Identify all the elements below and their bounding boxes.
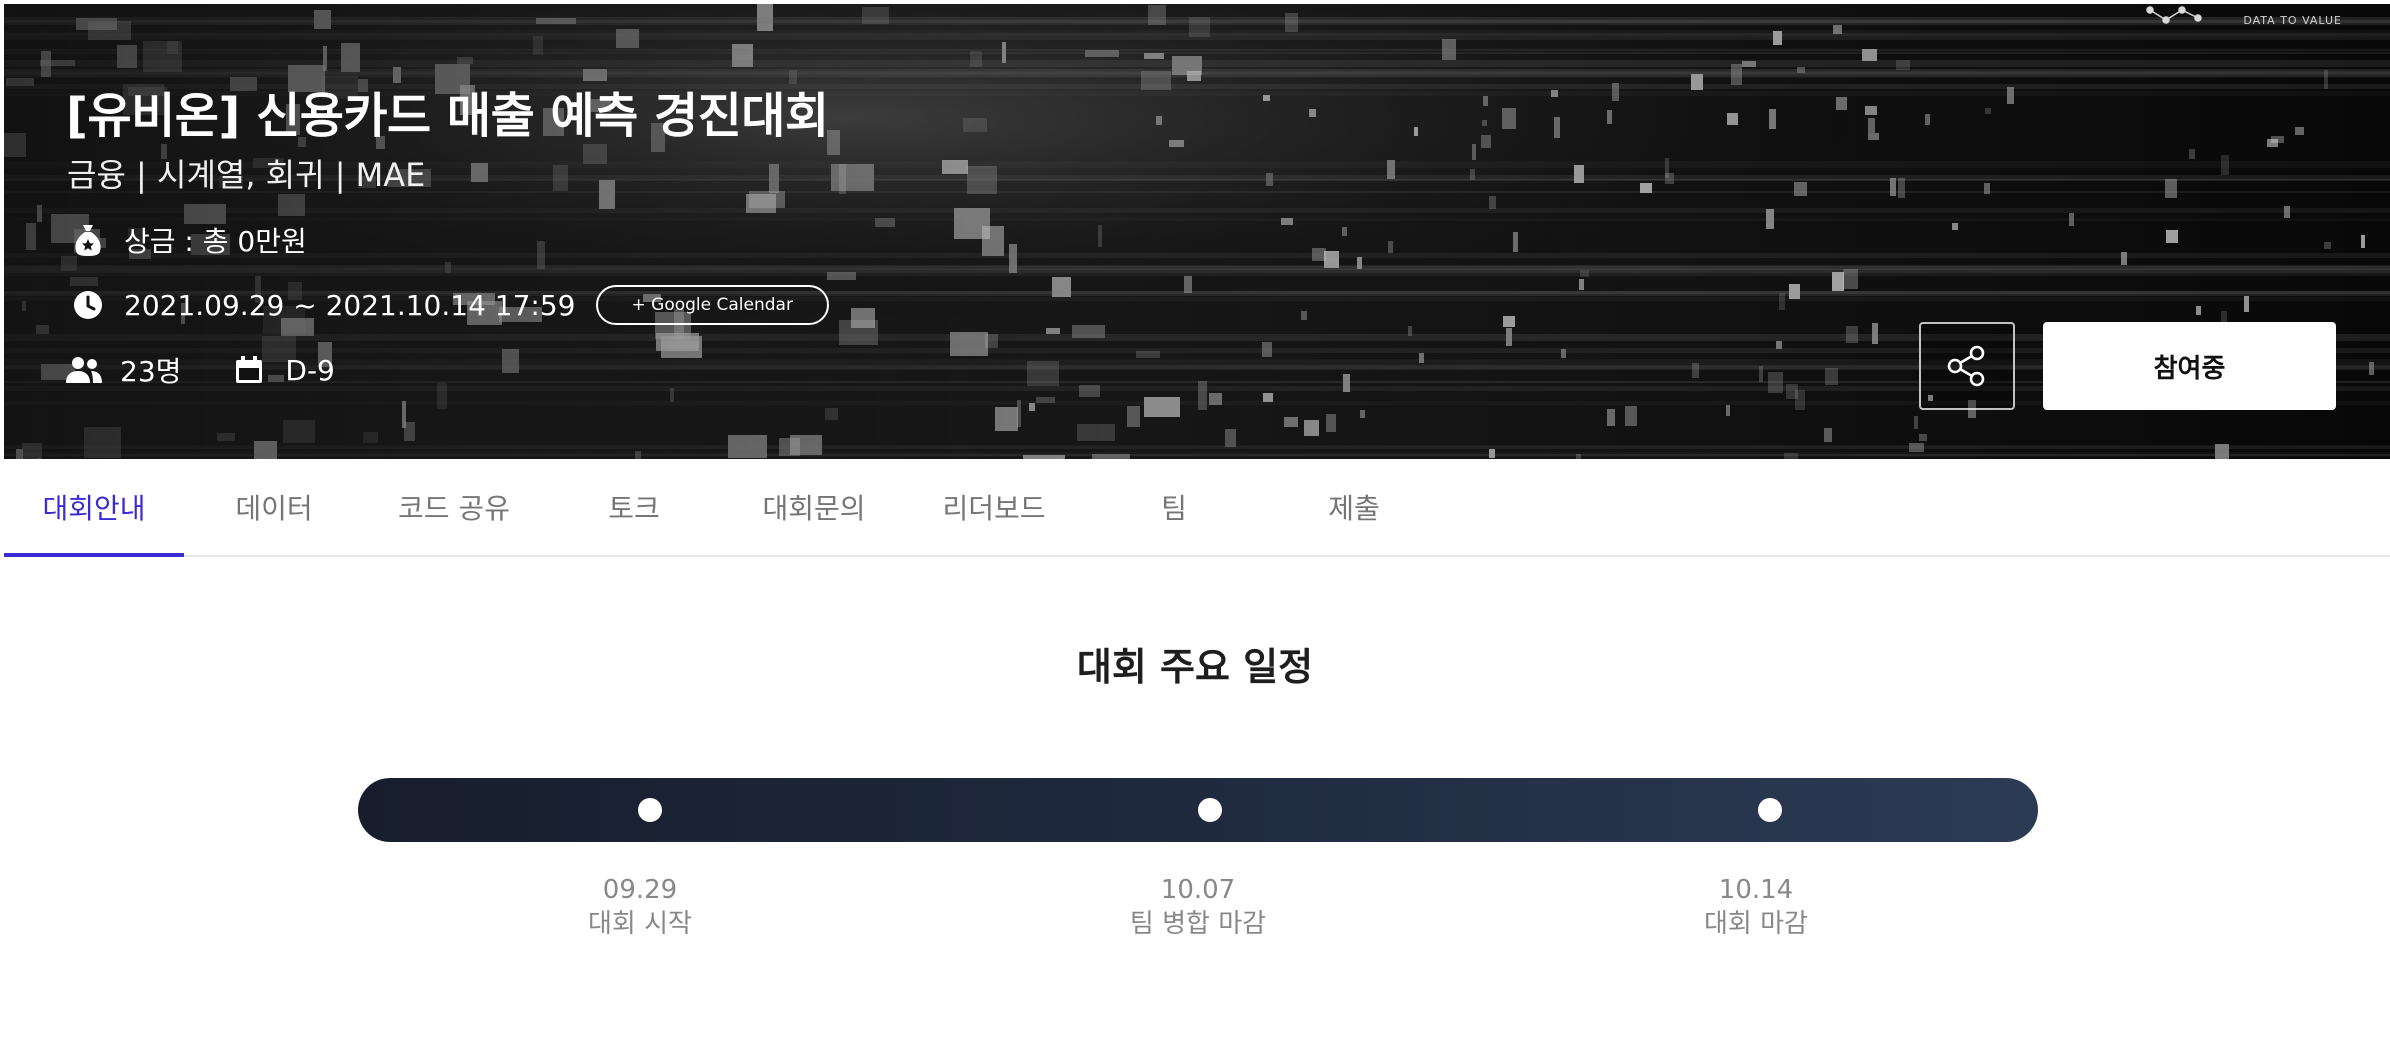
tab-overview[interactable]: 대회안내 — [4, 459, 184, 557]
milestone-date: 10.14 — [1718, 875, 1794, 905]
tab-talk[interactable]: 토크 — [544, 459, 724, 555]
competition-title: [유비온] 신용카드 매출 예측 경진대회 — [66, 88, 829, 144]
dday-stat: D-9 — [231, 352, 335, 388]
milestone-end: 10.14 대회 마감 — [1626, 873, 1886, 941]
calendar-icon — [231, 352, 267, 388]
participants-count: 23명 — [120, 355, 182, 388]
schedule-timeline — [358, 778, 2038, 842]
milestone-date: 09.29 — [602, 875, 678, 905]
prize-text: 상금 : 총 0만원 — [124, 225, 307, 258]
tab-team[interactable]: 팀 — [1084, 459, 1264, 555]
logo-tagline: DATA TO VALUE — [2243, 14, 2342, 27]
date-range: 2021.09.29 ~ 2021.10.14 17:59 — [124, 288, 576, 322]
competition-tabs: 대회안내 데이터 코드 공유 토크 대회문의 리더보드 팀 제출 — [4, 459, 2390, 557]
milestone-label: 팀 병합 마감 — [1129, 909, 1267, 939]
google-calendar-button[interactable]: + Google Calendar — [595, 285, 829, 325]
people-icon — [66, 352, 102, 388]
tab-inquiry[interactable]: 대회문의 — [724, 459, 904, 555]
clock-icon — [70, 287, 106, 323]
dday-text: D-9 — [285, 353, 335, 387]
logo-network-icon — [2146, 6, 2202, 24]
timeline-dot — [638, 798, 662, 822]
schedule-title: 대회 주요 일정 — [1076, 645, 1314, 689]
hero-overlay — [4, 4, 2390, 459]
tab-leaderboard[interactable]: 리더보드 — [904, 459, 1084, 555]
timeline-dot — [1198, 798, 1222, 822]
brand-logo: DATA TO VALUE — [2112, 4, 2342, 30]
share-button[interactable] — [1919, 322, 2015, 410]
milestone-team-merge: 10.07 팀 병합 마감 — [1068, 873, 1328, 941]
milestone-label: 대회 마감 — [1704, 909, 1808, 939]
date-row: 2021.09.29 ~ 2021.10.14 17:59 + Google C… — [70, 285, 829, 325]
money-bag-icon — [70, 222, 106, 258]
share-icon — [1947, 345, 1985, 387]
participants-stat: 23명 — [66, 350, 181, 390]
stats-row: 23명 D-9 — [66, 350, 335, 390]
milestone-label: 대회 시작 — [588, 909, 692, 939]
tab-code-share[interactable]: 코드 공유 — [364, 459, 544, 555]
competition-tags: 금융 | 시계열, 회귀 | MAE — [67, 156, 426, 194]
tab-data[interactable]: 데이터 — [184, 459, 364, 555]
milestone-date: 10.07 — [1160, 875, 1236, 905]
competition-hero: DATA TO VALUE [유비온] 신용카드 매출 예측 경진대회 금융 |… — [4, 4, 2390, 459]
milestone-start: 09.29 대회 시작 — [510, 873, 770, 941]
timeline-dot — [1758, 798, 1782, 822]
join-status-button[interactable]: 참여중 — [2043, 322, 2336, 410]
prize-row: 상금 : 총 0만원 — [70, 220, 307, 260]
tab-submit[interactable]: 제출 — [1264, 459, 1444, 555]
